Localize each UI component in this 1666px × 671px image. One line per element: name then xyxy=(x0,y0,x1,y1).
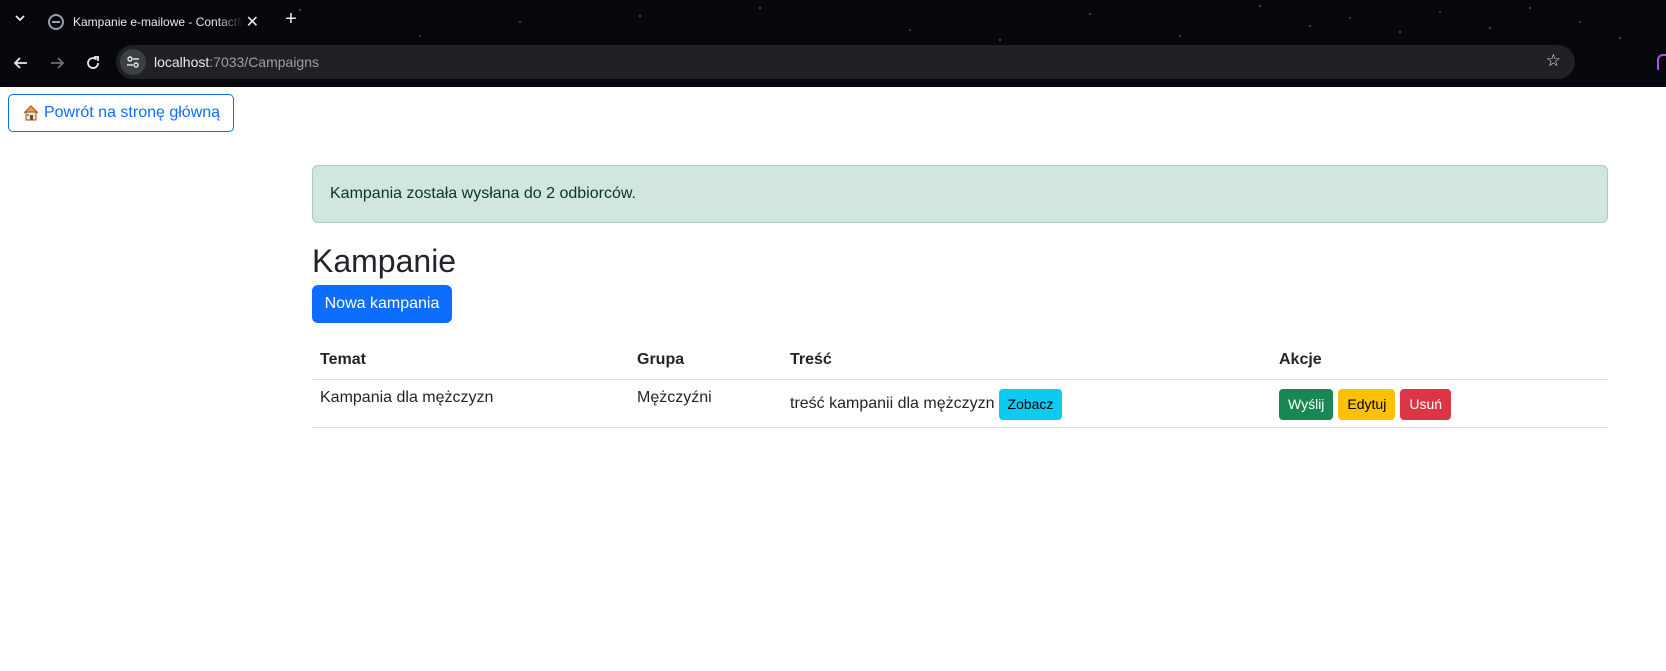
reload-icon xyxy=(87,56,99,69)
cell-actions: Wyślij Edytuj Usuń xyxy=(1279,380,1456,428)
cell-content: treść kampanii dla mężczyzn Zobacz xyxy=(790,380,1067,428)
delete-button[interactable]: Usuń xyxy=(1400,388,1452,420)
header-actions: Akcje xyxy=(1279,351,1322,368)
url-host: localhost xyxy=(154,54,210,70)
site-info-button[interactable] xyxy=(120,49,146,75)
send-button[interactable]: Wyślij xyxy=(1279,388,1334,420)
header-subject: Temat xyxy=(320,351,366,368)
back-to-home-button[interactable]: Powrót na stronę główną xyxy=(8,94,234,132)
back-arrow-button[interactable] xyxy=(8,50,34,76)
new-campaign-button[interactable]: Nowa kampania xyxy=(312,285,452,323)
arrow-left-icon xyxy=(13,57,27,69)
cell-subject: Kampania dla mężczyzn xyxy=(320,389,494,406)
header-content: Treść xyxy=(790,351,832,368)
success-alert: Kampania została wysłana do 2 odbiorców. xyxy=(312,165,1608,223)
header-group: Grupa xyxy=(637,351,685,368)
alert-message: Kampania została wysłana do 2 odbiorców. xyxy=(330,185,636,202)
table-header-row: Temat Grupa Treść Akcje xyxy=(312,342,1608,380)
house-icon xyxy=(23,105,39,121)
arrow-right-icon xyxy=(51,57,65,69)
chevron-down-icon xyxy=(15,15,25,22)
browser-chrome: Kampanie e-mailowe - ContactManager ✕ + … xyxy=(0,0,1666,87)
page-title: Kampanie xyxy=(312,243,457,279)
url-text[interactable]: localhost:7033/Campaigns xyxy=(154,54,319,70)
globe-icon xyxy=(48,14,64,30)
url-path: :7033/Campaigns xyxy=(209,54,320,70)
tab-title: Kampanie e-mailowe - ContactManager xyxy=(73,15,243,29)
edit-button[interactable]: Edytuj xyxy=(1338,388,1396,420)
browser-tab[interactable]: Kampanie e-mailowe - ContactManager ✕ xyxy=(38,4,270,40)
tab-strip: Kampanie e-mailowe - ContactManager ✕ + xyxy=(0,0,1666,40)
content-text: treść kampanii dla mężczyzn xyxy=(790,395,995,412)
extension-icon[interactable] xyxy=(1657,54,1666,70)
close-icon[interactable]: ✕ xyxy=(245,12,260,32)
tab-search-button[interactable] xyxy=(10,10,30,30)
view-button[interactable]: Zobacz xyxy=(998,388,1063,420)
table-row: Kampania dla mężczyzn Mężczyźni treść ka… xyxy=(312,380,1608,428)
campaigns-table: Temat Grupa Treść Akcje Kampania dla męż… xyxy=(312,342,1608,428)
tune-icon xyxy=(127,56,139,68)
back-to-home-label: Powrót na stronę główną xyxy=(43,104,221,121)
forward-arrow-button[interactable] xyxy=(44,50,70,76)
new-tab-button[interactable]: + xyxy=(280,8,302,31)
address-bar[interactable]: localhost:7033/Campaigns ☆ xyxy=(116,45,1575,79)
bookmark-star-icon[interactable]: ☆ xyxy=(1546,52,1561,70)
reload-button[interactable] xyxy=(80,50,106,76)
cell-group: Mężczyźni xyxy=(637,389,712,406)
browser-toolbar: localhost:7033/Campaigns ☆ xyxy=(0,44,1666,82)
